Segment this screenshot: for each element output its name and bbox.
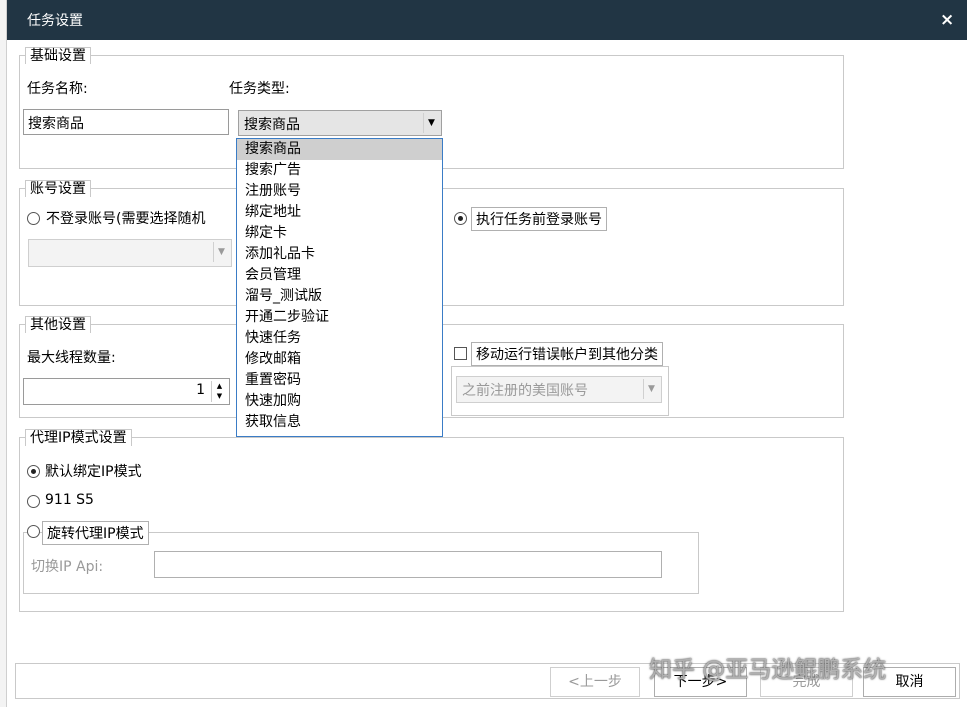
category-value: 之前注册的美国账号	[462, 383, 588, 399]
account-select[interactable]: ▼	[28, 239, 232, 267]
dropdown-option[interactable]: 绑定地址	[237, 202, 442, 223]
switch-api-input[interactable]	[154, 551, 662, 578]
rotate-proxy-radio[interactable]	[27, 525, 40, 538]
dropdown-option[interactable]: 快速任务	[237, 328, 442, 349]
task-type-dropdown-list: 搜索商品 搜索广告 注册账号 绑定地址 绑定卡 添加礼品卡 会员管理 溜号_测试…	[236, 138, 443, 437]
title-bar: 任务设置 ×	[7, 0, 967, 40]
no-login-label: 不登录账号(需要选择随机	[46, 211, 206, 227]
task-name-input[interactable]: 搜索商品	[23, 109, 229, 135]
move-error-checkbox[interactable]	[454, 347, 467, 360]
proxy-settings-legend: 代理IP模式设置	[25, 429, 132, 446]
chevron-down-icon[interactable]: ▼	[423, 113, 439, 133]
prev-step-button[interactable]: <上一步	[550, 667, 640, 697]
dropdown-option[interactable]: 搜索广告	[237, 160, 442, 181]
login-before-label: 执行任务前登录账号	[471, 207, 607, 231]
left-edge-strip	[0, 0, 7, 707]
task-name-label: 任务名称:	[27, 81, 88, 97]
stepper-arrows-icon[interactable]: ▲ ▼	[211, 381, 227, 402]
no-login-radio[interactable]	[27, 212, 40, 225]
dialog-content: 基础设置 任务名称: 任务类型: 搜索商品 搜索商品 ▼ 账号设置 不登录账号(…	[7, 40, 967, 707]
window-title: 任务设置	[27, 13, 83, 29]
chevron-down-icon[interactable]: ▼	[643, 379, 659, 399]
move-error-label: 移动运行错误帐户到其他分类	[471, 342, 663, 366]
account-settings-legend: 账号设置	[25, 180, 91, 197]
login-before-radio[interactable]	[454, 212, 467, 225]
dropdown-option[interactable]: 会员管理	[237, 265, 442, 286]
dropdown-option[interactable]: 重置密码	[237, 370, 442, 391]
rotate-proxy-label: 旋转代理IP模式	[42, 521, 149, 545]
dropdown-option[interactable]: 开通二步验证	[237, 307, 442, 328]
s5-radio[interactable]	[27, 495, 40, 508]
dropdown-option[interactable]: 绑定卡	[237, 223, 442, 244]
dropdown-option[interactable]: 添加礼品卡	[237, 244, 442, 265]
close-icon[interactable]: ×	[940, 10, 954, 30]
max-threads-label: 最大线程数量:	[27, 350, 116, 366]
dropdown-option[interactable]: 快速加购	[237, 391, 442, 412]
dropdown-option[interactable]: 注册账号	[237, 181, 442, 202]
default-bind-ip-radio[interactable]	[27, 465, 40, 478]
category-select[interactable]: 之前注册的美国账号 ▼	[456, 376, 662, 403]
task-type-label: 任务类型:	[229, 81, 290, 97]
default-bind-ip-label: 默认绑定IP模式	[45, 464, 142, 480]
s5-label: 911 S5	[45, 492, 94, 508]
dropdown-option[interactable]: 溜号_测试版	[237, 286, 442, 307]
task-type-value: 搜索商品	[244, 117, 300, 133]
switch-api-label: 切换IP Api:	[31, 559, 104, 575]
dropdown-option[interactable]: 修改邮箱	[237, 349, 442, 370]
max-threads-value: 1	[196, 382, 205, 398]
max-threads-stepper[interactable]: 1 ▲ ▼	[23, 378, 230, 405]
basic-settings-legend: 基础设置	[25, 47, 91, 64]
task-type-select[interactable]: 搜索商品 ▼	[238, 110, 442, 136]
other-settings-legend: 其他设置	[25, 316, 91, 333]
chevron-down-icon[interactable]: ▼	[213, 242, 229, 262]
watermark: 知乎 @亚马逊鲲鹏系统	[649, 657, 887, 683]
dropdown-option[interactable]: 获取信息	[237, 412, 442, 433]
dropdown-option[interactable]: 搜索商品	[237, 139, 442, 160]
